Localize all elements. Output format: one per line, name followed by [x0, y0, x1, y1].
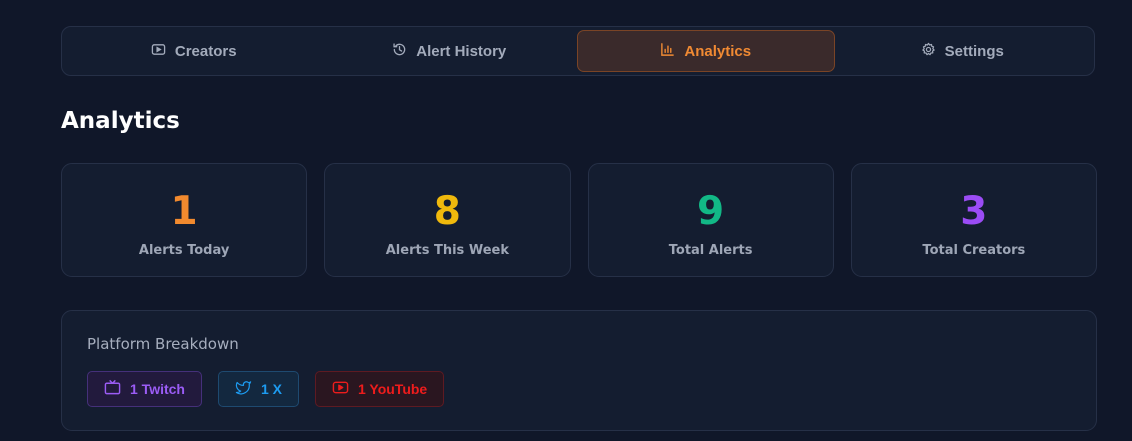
stat-card-alerts-today: 1 Alerts Today [61, 163, 308, 277]
tab-label: Settings [944, 42, 1004, 60]
main-tabs: Creators Alert History Analytics Setting… [61, 26, 1095, 76]
tab-label: Alert History [416, 42, 507, 60]
platform-chip-youtube[interactable]: 1 YouTube [314, 371, 445, 407]
play-icon [151, 42, 166, 61]
youtube-icon [332, 379, 349, 399]
stat-value: 9 [697, 189, 725, 234]
platform-chip-label: 1 X [260, 381, 282, 397]
tv-icon [104, 379, 121, 399]
platform-breakdown-title: Platform Breakdown [87, 335, 239, 353]
stat-card-alerts-this-week: 8 Alerts This Week [324, 163, 571, 277]
platform-chip-label: 1 YouTube [357, 381, 428, 397]
history-icon [392, 42, 407, 61]
tab-label: Creators [174, 42, 237, 60]
tab-alert-history[interactable]: Alert History [322, 30, 578, 72]
stat-card-total-alerts: 9 Total Alerts [587, 163, 834, 277]
platform-chip-x[interactable]: 1 X [217, 371, 299, 407]
stat-value: 3 [960, 189, 988, 234]
stat-label: Total Creators [922, 243, 1026, 258]
tab-creators[interactable]: Creators [66, 30, 322, 72]
tab-settings[interactable]: Settings [835, 30, 1091, 72]
platform-chip-twitch[interactable]: 1 Twitch [87, 371, 202, 407]
stat-value: 8 [433, 189, 461, 234]
tab-analytics[interactable]: Analytics [577, 30, 835, 72]
stat-label: Alerts Today [138, 243, 230, 258]
gear-icon [921, 42, 936, 61]
platform-chips: 1 Twitch 1 X 1 YouTube [87, 371, 445, 407]
platform-chip-label: 1 Twitch [130, 381, 185, 397]
bird-icon [235, 379, 252, 399]
page-title: Analytics [61, 108, 180, 134]
stats-grid: 1 Alerts Today 8 Alerts This Week 9 Tota… [61, 163, 1097, 277]
stat-value: 1 [170, 189, 198, 234]
stat-label: Alerts This Week [385, 243, 509, 258]
stat-label: Total Alerts [668, 243, 753, 258]
tab-label: Analytics [684, 42, 752, 60]
bar-chart-icon [660, 42, 675, 61]
platform-breakdown-card: Platform Breakdown 1 Twitch 1 X 1 YouTub… [61, 310, 1097, 431]
stat-card-total-creators: 3 Total Creators [850, 163, 1097, 277]
